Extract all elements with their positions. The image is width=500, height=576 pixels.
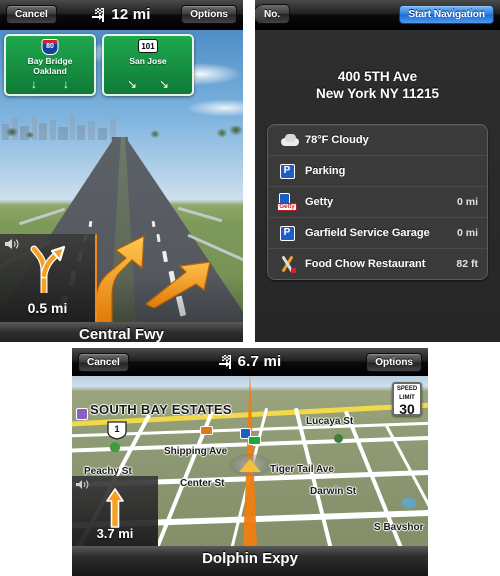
lane-arrow: ↓ (31, 77, 37, 91)
details-navbar: No. Start Navigation (255, 0, 500, 30)
list-item[interactable]: P Parking (268, 156, 487, 187)
street-label: Tiger Tail Ave (270, 464, 334, 475)
shield-number: 80 (46, 43, 54, 50)
turn-distance: 3.7 mi (96, 526, 134, 541)
list-item-label: Food Chow Restaurant (305, 257, 426, 270)
map-3d-view[interactable]: 1 SOUTH BAY ESTATES Lucaya St Shipping A… (72, 376, 428, 546)
turn-distance: 0.5 mi (27, 300, 68, 316)
exit-sign[interactable]: 80 Bay Bridge Oakland ↓ ↓ (4, 34, 96, 96)
interstate-shield-icon: 80 (41, 39, 59, 55)
poi-restaurant-icon[interactable] (200, 426, 213, 435)
lane-arrow: ↘ (158, 77, 170, 91)
poi-tree-icon-2 (334, 434, 343, 443)
back-button[interactable]: No. (260, 4, 291, 24)
parking-garage-icon: P (277, 223, 297, 243)
location-details-panel: No. Start Navigation 400 5TH Ave New Yor… (255, 0, 500, 342)
secondary-lane-arrow (144, 261, 211, 308)
street-label: Lucaya St (306, 416, 354, 427)
sign-line-1: Bay Bridge (27, 56, 73, 66)
lane-arrow: ↓ (63, 77, 69, 91)
options-button[interactable]: Options (181, 5, 237, 24)
speaker-icon[interactable] (4, 238, 20, 250)
poi-building-icon[interactable] (76, 408, 88, 420)
highway-navigation-panel: Cancel 12 mi Options 80 Bay Bridge Oakla… (0, 0, 243, 342)
sign-line-1: San Jose (129, 56, 167, 66)
lane-arrow: ↘ (126, 77, 138, 91)
checkered-flag-arrow-icon (92, 7, 107, 22)
options-button[interactable]: Options (366, 353, 422, 372)
svg-text:1: 1 (114, 424, 119, 434)
details-list: 78°F Cloudy P Parking Getty Getty 0 mi P… (267, 124, 488, 280)
current-street-name: Central Fwy (78, 326, 165, 342)
screenshot-root: Cancel 12 mi Options 80 Bay Bridge Oakla… (0, 0, 500, 576)
straight-ahead-icon (106, 488, 124, 528)
parking-icon: P (277, 161, 297, 181)
exit-sign-group: 80 Bay Bridge Oakland ↓ ↓ 101 San Jose ↘… (4, 34, 194, 96)
list-item-label: 78°F Cloudy (305, 133, 369, 146)
address-block: 400 5TH Ave New York NY 11215 (255, 30, 500, 102)
street-label: Shipping Ave (164, 446, 228, 457)
address-line-2: New York NY 11215 (315, 86, 440, 101)
poi-shield-icon[interactable]: 1 (104, 418, 130, 440)
list-item[interactable]: 78°F Cloudy (268, 125, 487, 156)
address-line-1: 400 5TH Ave (337, 69, 418, 84)
shield-number: 101 (141, 41, 155, 51)
exit-sign[interactable]: 101 San Jose ↘ ↘ (102, 34, 194, 96)
speaker-icon[interactable] (75, 479, 90, 490)
list-item[interactable]: P Garfield Service Garage 0 mi (268, 218, 487, 249)
map-distance-value: 6.7 mi (237, 353, 282, 370)
street-label: Center St (180, 478, 225, 489)
us-route-shield-icon: 101 (138, 39, 158, 53)
street-label: S Bavshor (374, 522, 424, 533)
moon-cloud-icon (277, 130, 299, 150)
vehicle-position-marker (229, 454, 271, 476)
turn-instruction-card[interactable]: 3.7 mi (72, 476, 158, 546)
area-label: SOUTH BAY ESTATES (90, 402, 232, 417)
list-item-value: 0 mi (456, 227, 478, 239)
map-navigation-panel: Cancel 6.7 mi Options 1 SOUTH BAY ESTATE… (72, 348, 428, 576)
sign-lane-arrows: ↘ ↘ (104, 78, 192, 90)
sign-text: San Jose (104, 56, 192, 66)
turn-instruction-card[interactable]: 0.5 mi (0, 234, 97, 322)
restaurant-icon (277, 254, 297, 274)
poi-gas-icon[interactable] (248, 436, 261, 445)
current-street-bar: Dolphin Expy (72, 546, 428, 576)
list-item-label: Parking (305, 164, 346, 177)
speed-limit-sign: SPEED LIMIT 30 (392, 382, 422, 417)
highway-navbar: Cancel 12 mi Options (0, 0, 243, 30)
speed-limit-value: 30 (399, 401, 415, 417)
start-navigation-button[interactable]: Start Navigation (399, 5, 494, 24)
sign-text: Bay Bridge Oakland (6, 56, 94, 76)
list-item-value: 0 mi (456, 196, 478, 208)
list-item-value: 82 ft (456, 258, 478, 270)
poi-tree-icon (110, 442, 120, 452)
back-button-label: No. (264, 8, 281, 20)
sign-lane-arrows: ↓ ↓ (6, 78, 94, 90)
poi-water-icon (402, 498, 416, 508)
list-item-label: Getty (305, 195, 334, 208)
list-item[interactable]: Food Chow Restaurant 82 ft (268, 249, 487, 279)
lane-dash (151, 220, 156, 228)
highway-3d-view[interactable]: 80 Bay Bridge Oakland ↓ ↓ 101 San Jose ↘… (0, 30, 243, 322)
map-navbar: Cancel 6.7 mi Options (72, 348, 428, 376)
current-street-name: Dolphin Expy (202, 550, 298, 567)
highway-distance-value: 12 mi (111, 6, 151, 23)
details-body: 400 5TH Ave New York NY 11215 78°F Cloud… (255, 30, 500, 342)
street-label: Darwin St (310, 486, 357, 497)
list-item[interactable]: Getty Getty 0 mi (268, 187, 487, 218)
getty-gas-icon: Getty (277, 192, 297, 212)
list-item-label: Garfield Service Garage (305, 226, 430, 239)
checkered-flag-arrow-icon (218, 354, 234, 369)
current-street-bar: Central Fwy (0, 322, 243, 342)
bear-right-icon (30, 245, 65, 293)
sign-line-2: Oakland (33, 66, 67, 76)
speed-limit-line-1: SPEED (396, 386, 418, 392)
